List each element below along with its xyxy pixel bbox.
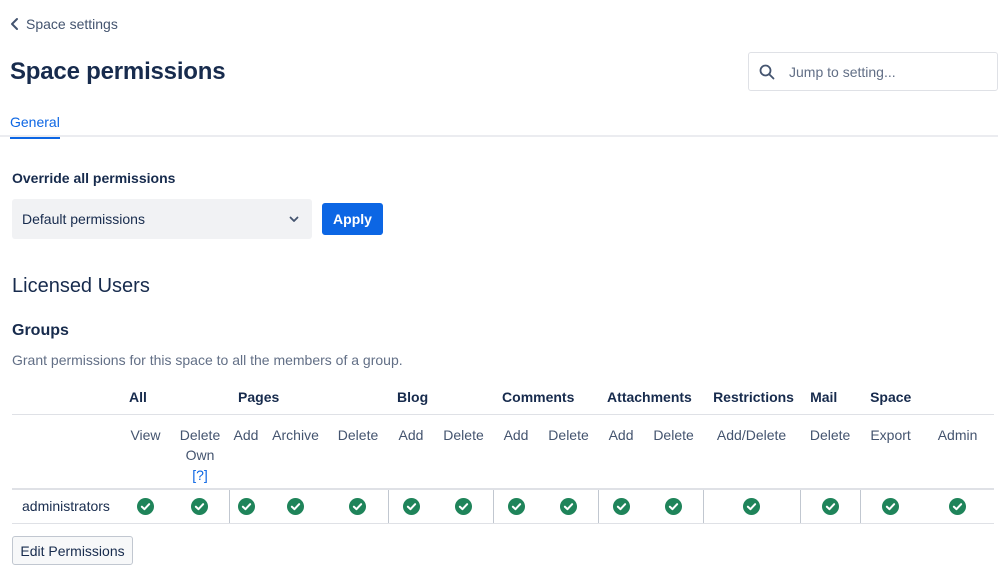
check-circle-icon — [237, 497, 255, 516]
perm-cell — [799, 489, 861, 524]
licensed-users-heading: Licensed Users — [12, 275, 150, 297]
check-circle-icon — [949, 497, 967, 516]
check-circle-icon — [287, 497, 305, 516]
groups-description: Grant permissions for this space to all … — [12, 352, 403, 368]
col-mail-delete: Delete — [800, 414, 861, 490]
edit-permissions-button[interactable]: Edit Permissions — [12, 536, 133, 565]
check-circle-icon — [349, 497, 367, 516]
select-value: Default permissions — [22, 211, 145, 227]
perm-cell — [597, 489, 645, 524]
col-attachments-delete: Delete — [644, 414, 704, 490]
check-circle-icon — [191, 497, 209, 516]
check-circle-icon — [137, 497, 154, 516]
groups-heading: Groups — [12, 322, 69, 339]
check-circle-icon — [559, 497, 577, 516]
check-circle-icon — [507, 497, 525, 516]
category-space: Space — [860, 381, 995, 415]
perm-cell — [539, 489, 599, 524]
tab-bar: General — [0, 110, 998, 139]
col-comments-delete: Delete — [539, 414, 599, 490]
perm-cell — [328, 489, 389, 524]
col-pages-add: Add — [229, 414, 264, 490]
col-pages-delete: Delete — [328, 414, 389, 490]
perm-cell — [492, 489, 540, 524]
category-pages: Pages — [229, 381, 389, 415]
col-comments-add: Add — [493, 414, 540, 490]
back-link-label: Space settings — [26, 16, 118, 32]
table-row: administrators — [12, 489, 995, 524]
permissions-table: All Pages Blog Comments Attachments Rest… — [12, 381, 995, 524]
category-all: All — [120, 381, 230, 415]
back-to-space-settings[interactable]: Space settings — [10, 16, 118, 32]
col-restrictions-add-delete: Add/Delete — [703, 414, 801, 490]
perm-cell — [434, 489, 494, 524]
check-circle-icon — [454, 497, 472, 516]
category-mail: Mail — [800, 381, 861, 415]
override-permissions-label: Override all permissions — [12, 170, 176, 186]
tab-general[interactable]: General — [10, 114, 60, 139]
col-delete-own: Delete Own [?] — [171, 414, 230, 490]
category-restrictions: Restrictions — [703, 381, 801, 415]
perm-cell — [702, 489, 801, 524]
check-circle-icon — [743, 497, 761, 516]
col-space-admin: Admin — [921, 414, 995, 490]
perm-cell — [859, 489, 922, 524]
check-circle-icon — [664, 497, 682, 516]
delete-own-label: Delete Own — [179, 426, 221, 463]
perm-cell — [171, 489, 230, 524]
chevron-left-icon — [11, 18, 18, 30]
col-blog-add: Add — [388, 414, 435, 490]
group-name: administrators — [12, 489, 120, 524]
chevron-down-icon — [289, 216, 299, 222]
jump-to-setting-search[interactable] — [748, 52, 998, 91]
check-circle-icon — [612, 497, 630, 516]
category-comments: Comments — [493, 381, 599, 415]
search-icon — [759, 64, 775, 79]
col-attachments-add: Add — [598, 414, 645, 490]
col-blog-delete: Delete — [434, 414, 494, 490]
perm-cell — [387, 489, 435, 524]
perm-cell — [120, 489, 171, 524]
apply-button[interactable]: Apply — [322, 203, 383, 235]
perm-cell — [921, 489, 995, 524]
check-circle-icon — [821, 497, 839, 516]
page-title: Space permissions — [10, 58, 226, 85]
check-circle-icon — [882, 497, 900, 516]
search-input[interactable] — [789, 63, 979, 80]
check-circle-icon — [402, 497, 420, 516]
category-blog: Blog — [388, 381, 494, 415]
perm-cell — [228, 489, 264, 524]
help-link[interactable]: [?] — [192, 467, 208, 483]
override-permissions-select[interactable]: Default permissions — [12, 199, 312, 239]
col-view: View — [120, 414, 171, 490]
category-attachments: Attachments — [598, 381, 704, 415]
perm-cell — [263, 489, 329, 524]
col-space-export: Export — [860, 414, 922, 490]
perm-cell — [644, 489, 704, 524]
col-pages-archive: Archive — [263, 414, 329, 490]
